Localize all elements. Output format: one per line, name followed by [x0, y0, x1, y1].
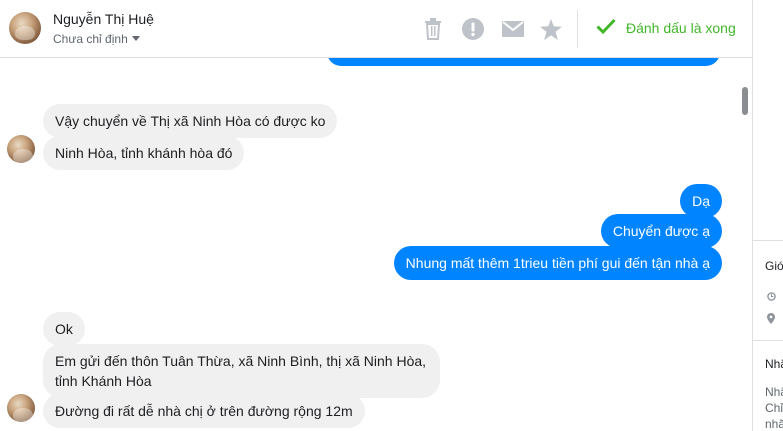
- message-bubble-incoming: Ok: [43, 312, 85, 346]
- clock-icon: [767, 288, 776, 301]
- contact-avatar[interactable]: [9, 12, 41, 44]
- message-bubble-incoming: Vậy chuyển về Thị xã Ninh Hòa có được ko: [43, 104, 338, 138]
- location-pin-icon: [767, 311, 775, 324]
- message-bubble-incoming-multiline: Em gửi đến thôn Tuân Thừa, xã Ninh Bình,…: [43, 344, 440, 398]
- conversation-header: Nguyễn Thị Huệ Chưa chỉ định Đánh dấu là…: [0, 0, 752, 58]
- mark-done-label: Đánh dấu là xong: [626, 19, 736, 36]
- panel-divider: [753, 340, 783, 341]
- scrollbar-thumb[interactable]: [742, 87, 748, 115]
- caret-down-icon: [131, 36, 140, 41]
- contact-avatar-small: [7, 135, 35, 163]
- contact-avatar-small: [7, 394, 35, 422]
- message-bubble-incoming: Đường đi rất dễ nhà chị ở trên đường rộn…: [43, 394, 365, 428]
- star-icon[interactable]: [539, 17, 563, 41]
- panel-line: Chỉ: [765, 401, 783, 415]
- panel-section-title: Nhã: [765, 357, 783, 371]
- message-line: tỉnh Khánh Hòa: [55, 373, 152, 389]
- assignee-label: Chưa chỉ định: [53, 32, 128, 46]
- contact-name[interactable]: Nguyễn Thị Huệ: [53, 11, 154, 27]
- envelope-icon[interactable]: [501, 17, 525, 41]
- mark-done-button[interactable]: Đánh dấu là xong: [596, 18, 736, 37]
- header-divider: [577, 10, 578, 48]
- message-list: Vậy chuyển về Thị xã Ninh Hòa có được ko…: [0, 58, 740, 431]
- exclamation-icon[interactable]: [461, 17, 485, 41]
- message-bubble-outgoing: Chuyển được ạ: [600, 214, 722, 248]
- panel-line: nhã: [765, 417, 783, 431]
- message-line: Em gửi đến thôn Tuân Thừa, xã Ninh Bình,…: [55, 353, 427, 369]
- message-bubble-outgoing: Nhung mất thêm 1trieu tiền phí gui đến t…: [393, 246, 722, 280]
- message-bubble-outgoing: Dạ: [680, 184, 722, 218]
- check-icon: [596, 18, 616, 37]
- assignee-dropdown[interactable]: Chưa chỉ định: [53, 32, 140, 46]
- panel-line: Nhã: [765, 385, 783, 399]
- trash-icon[interactable]: [421, 17, 445, 41]
- panel-divider: [753, 240, 783, 241]
- message-bubble-incoming: Ninh Hòa, tỉnh khánh hòa đó: [43, 136, 245, 170]
- contact-info-panel: Giớ Nhã Nhã Chỉ nhã: [752, 0, 783, 431]
- outgoing-bubble-partial: [327, 58, 720, 66]
- panel-section-title: Giớ: [765, 259, 783, 273]
